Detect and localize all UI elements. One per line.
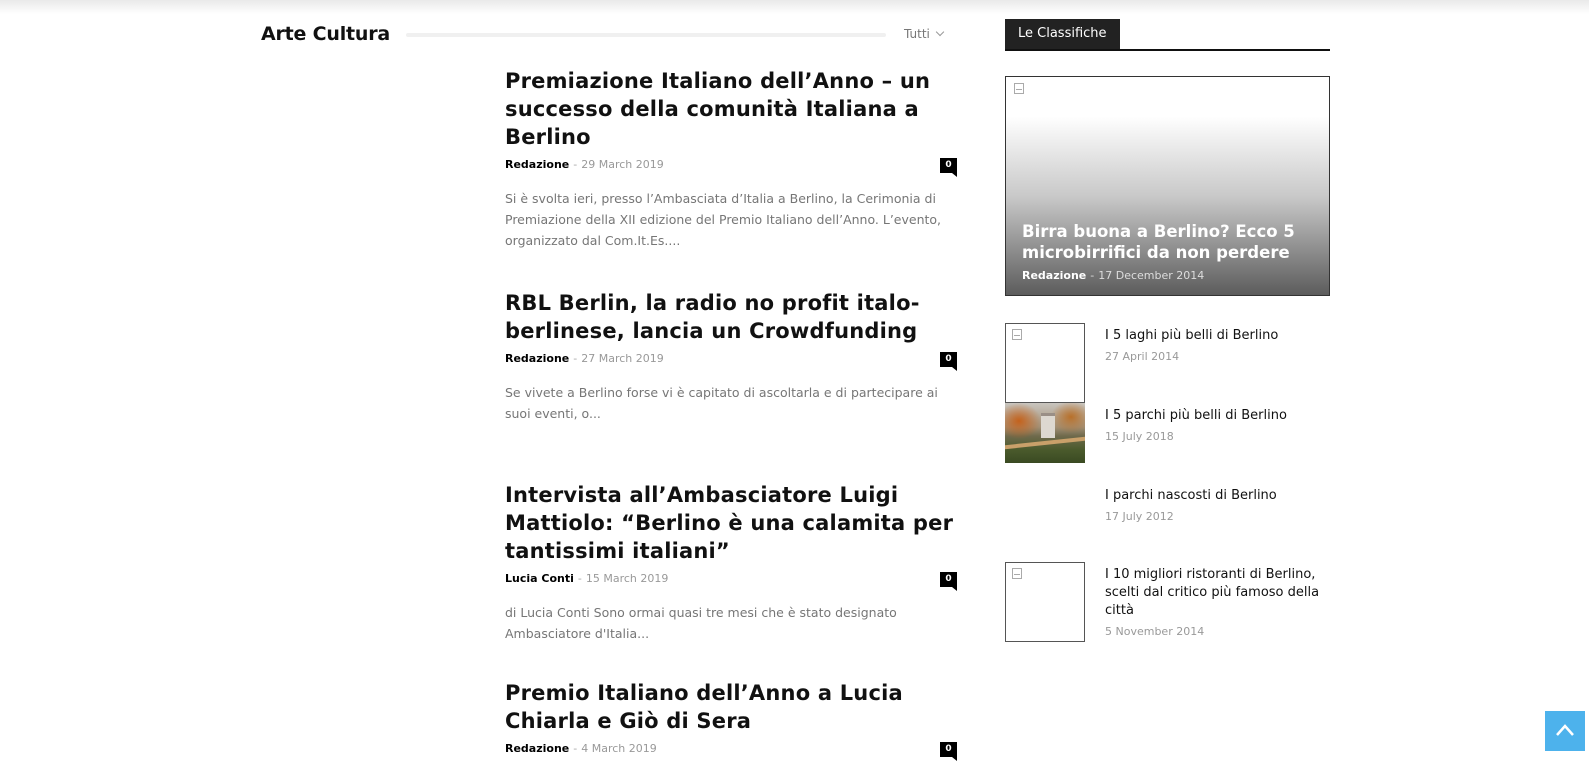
meta-separator: - bbox=[573, 158, 578, 171]
meta-separator: - bbox=[573, 352, 578, 365]
sidebar-list-item: I 5 laghi più belli di Berlino 27 April … bbox=[1005, 323, 1330, 403]
category-filter-dropdown[interactable]: Tutti bbox=[904, 27, 945, 41]
post-meta: Redazione -29 March 2019 0 bbox=[505, 158, 957, 177]
post-author-link[interactable]: Redazione bbox=[505, 158, 569, 171]
sidebar-item-date: 17 July 2012 bbox=[1105, 510, 1174, 523]
section-divider bbox=[406, 33, 886, 37]
post-author-link[interactable]: Lucia Conti bbox=[505, 572, 574, 585]
featured-article-author[interactable]: Redazione bbox=[1022, 269, 1086, 282]
sidebar-item-date: 15 July 2018 bbox=[1105, 430, 1174, 443]
post-meta: Lucia Conti -15 March 2019 0 bbox=[505, 572, 957, 591]
article-thumbnail[interactable] bbox=[1005, 483, 1085, 563]
sidebar-item-title[interactable]: I 5 parchi più belli di Berlino bbox=[1105, 407, 1330, 425]
post-title-link[interactable]: Premiazione Italiano dell’Anno – un succ… bbox=[505, 67, 957, 151]
broken-image-icon bbox=[1014, 83, 1024, 94]
meta-separator: - bbox=[577, 572, 582, 585]
sidebar-item-text: I 10 migliori ristoranti di Berlino, sce… bbox=[1105, 566, 1330, 638]
article-thumbnail[interactable] bbox=[1005, 323, 1085, 403]
back-to-top-button[interactable] bbox=[1545, 711, 1585, 751]
post-meta: Redazione -27 March 2019 0 bbox=[505, 352, 957, 371]
article-thumbnail[interactable] bbox=[1005, 562, 1085, 642]
sidebar-list-item: I 5 parchi più belli di Berlino 15 July … bbox=[1005, 403, 1330, 483]
post-title-link[interactable]: RBL Berlin, la radio no profit italo-ber… bbox=[505, 289, 957, 345]
comment-count-badge[interactable]: 0 bbox=[940, 352, 957, 371]
post-author-link[interactable]: Redazione bbox=[505, 742, 569, 755]
sidebar-item-date: 5 November 2014 bbox=[1105, 625, 1205, 638]
post-item: Premiazione Italiano dell’Anno – un succ… bbox=[505, 67, 957, 251]
post-date: 15 March 2019 bbox=[585, 572, 669, 585]
comment-count-badge[interactable]: 0 bbox=[940, 158, 957, 177]
post-excerpt: Se vivete a Berlino forse vi è capitato … bbox=[505, 385, 938, 421]
sidebar-item-title[interactable]: I 10 migliori ristoranti di Berlino, sce… bbox=[1105, 566, 1330, 620]
featured-article-title[interactable]: Birra buona a Berlino? Ecco 5 microbirri… bbox=[1022, 221, 1312, 263]
sidebar-item-title[interactable]: I 5 laghi più belli di Berlino bbox=[1105, 327, 1330, 345]
comment-count-badge[interactable]: 0 bbox=[940, 572, 957, 591]
post-title-link[interactable]: Premio Italiano dell’Anno a Lucia Chiarl… bbox=[505, 679, 957, 735]
post-date: 4 March 2019 bbox=[581, 742, 657, 755]
sidebar-item-date: 27 April 2014 bbox=[1105, 350, 1180, 363]
sidebar-item-text: I parchi nascosti di Berlino 17 July 201… bbox=[1105, 487, 1330, 523]
post-title-link[interactable]: Intervista all’Ambasciatore Luigi Mattio… bbox=[505, 481, 957, 565]
sidebar-list-item: I 10 migliori ristoranti di Berlino, sce… bbox=[1005, 562, 1330, 642]
sidebar-item-title[interactable]: I parchi nascosti di Berlino bbox=[1105, 487, 1330, 505]
post-excerpt: Si è svolta ieri, presso l’Ambasciata d’… bbox=[505, 191, 942, 248]
park-photo-thumbnail[interactable] bbox=[1005, 403, 1085, 463]
sidebar-heading-label: Le Classifiche bbox=[1005, 19, 1120, 49]
post-date: 27 March 2019 bbox=[581, 352, 664, 365]
meta-separator: - bbox=[1090, 269, 1095, 282]
featured-article-date: 17 December 2014 bbox=[1098, 269, 1205, 282]
broken-image-icon bbox=[1012, 329, 1022, 340]
post-excerpt: di Lucia Conti Sono ormai quasi tre mesi… bbox=[505, 605, 897, 641]
comment-count-badge[interactable]: 0 bbox=[940, 742, 957, 761]
post-item: Premio Italiano dell’Anno a Lucia Chiarl… bbox=[505, 679, 957, 761]
filter-label: Tutti bbox=[904, 27, 930, 41]
featured-article-meta: Redazione -17 December 2014 bbox=[1022, 269, 1204, 282]
section-title: Arte Cultura bbox=[261, 23, 391, 45]
post-author-link[interactable]: Redazione bbox=[505, 352, 569, 365]
meta-separator: - bbox=[573, 742, 578, 755]
arrow-up-icon bbox=[1556, 724, 1574, 736]
sidebar-heading: Le Classifiche bbox=[1005, 19, 1330, 51]
header-shadow bbox=[0, 0, 1589, 14]
chevron-down-icon bbox=[935, 27, 945, 37]
post-meta: Redazione -4 March 2019 0 bbox=[505, 742, 957, 761]
sidebar-list-item: I parchi nascosti di Berlino 17 July 201… bbox=[1005, 483, 1330, 563]
post-date: 29 March 2019 bbox=[581, 158, 664, 171]
post-item: Intervista all’Ambasciatore Luigi Mattio… bbox=[505, 481, 957, 644]
post-item: RBL Berlin, la radio no profit italo-ber… bbox=[505, 289, 957, 424]
sidebar-item-text: I 5 laghi più belli di Berlino 27 April … bbox=[1105, 327, 1330, 363]
broken-image-icon bbox=[1012, 568, 1022, 579]
featured-article-card[interactable]: Birra buona a Berlino? Ecco 5 microbirri… bbox=[1005, 76, 1330, 296]
sidebar-item-text: I 5 parchi più belli di Berlino 15 July … bbox=[1105, 407, 1330, 443]
